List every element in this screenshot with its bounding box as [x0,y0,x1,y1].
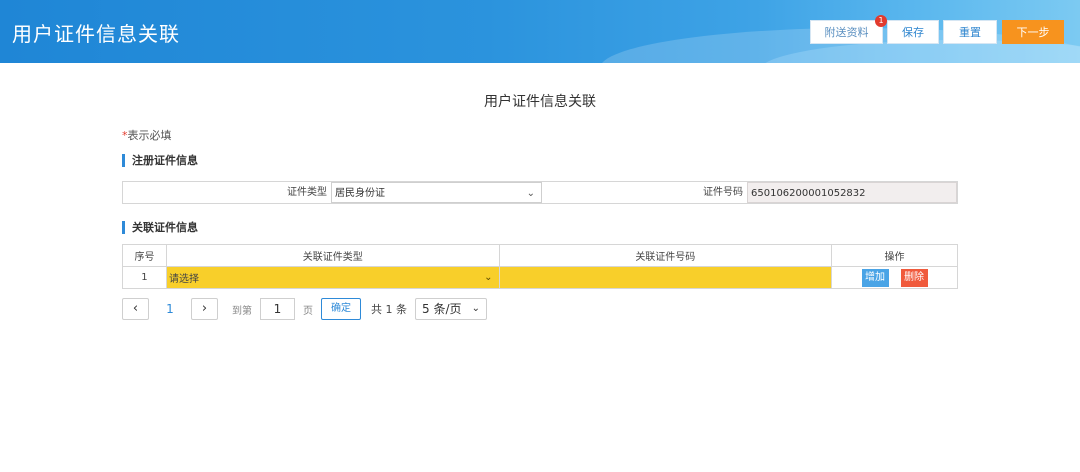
chevron-left-icon: ‹ [132,301,139,316]
row-actions: 增加 删除 [831,266,958,289]
prev-page-button[interactable]: ‹ [122,298,149,320]
pagination: ‹ 1 › 到第 1 页 确定 共 1 条 5 条/页 ⌄ [122,297,487,321]
linked-cert-number-input[interactable] [498,266,833,289]
cert-number-label: 证件号码 [703,187,743,198]
total-count: 共 1 条 [371,303,407,316]
column-header-actions: 操作 [831,244,958,267]
goto-confirm-button[interactable]: 确定 [321,298,361,320]
chevron-right-icon: › [201,301,208,316]
chevron-down-icon: ⌄ [526,188,535,199]
section-linked-title: 关联证件信息 [122,221,198,234]
table-header-row: 序号 关联证件类型 关联证件号码 操作 [122,244,958,267]
column-header-index: 序号 [122,244,167,267]
page-size-value: 5 条/页 [422,302,462,316]
app-title: 用户证件信息关联 [12,22,180,46]
row-index: 1 [122,266,167,289]
linked-cert-table: 序号 关联证件类型 关联证件号码 操作 1 请选择 ⌄ 增加 删除 [122,244,958,289]
next-step-button[interactable]: 下一步 [1002,20,1064,44]
notification-badge: 1 [875,15,887,27]
table-row: 1 请选择 ⌄ 增加 删除 [122,266,958,289]
app-header: 用户证件信息关联 附送资料 1 保存 重置 下一步 [0,0,1080,63]
reset-button[interactable]: 重置 [943,20,997,44]
registered-cert-row: 证件类型 居民身份证 ⌄ 证件号码 650106200001052832 [122,181,958,204]
chevron-down-icon: ⌄ [484,272,493,283]
column-header-type: 关联证件类型 [165,244,500,267]
cert-type-value: 居民身份证 [335,188,385,199]
goto-page-input[interactable]: 1 [260,298,295,320]
goto-label: 到第 [232,305,252,317]
delete-row-button[interactable]: 删除 [900,268,928,287]
section-registered-title: 注册证件信息 [122,154,198,167]
current-page[interactable]: 1 [149,302,191,316]
save-button[interactable]: 保存 [887,20,939,44]
linked-cert-type-placeholder: 请选择 [168,274,199,285]
next-page-button[interactable]: › [191,298,218,320]
required-note: *表示必填 [122,127,172,143]
linked-cert-type-select[interactable]: 请选择 ⌄ [165,266,500,289]
cert-type-label: 证件类型 [287,187,327,198]
cert-type-select[interactable]: 居民身份证 ⌄ [331,182,542,203]
cert-number-field: 650106200001052832 [747,182,957,203]
page-title: 用户证件信息关联 [484,94,596,110]
page-unit-label: 页 [303,305,313,317]
chevron-down-icon: ⌄ [471,303,480,314]
required-note-text: 表示必填 [127,129,172,142]
column-header-number: 关联证件号码 [498,244,833,267]
add-row-button[interactable]: 增加 [861,268,889,287]
send-materials-button[interactable]: 附送资料 [810,20,883,44]
page-size-select[interactable]: 5 条/页 ⌄ [415,298,487,320]
